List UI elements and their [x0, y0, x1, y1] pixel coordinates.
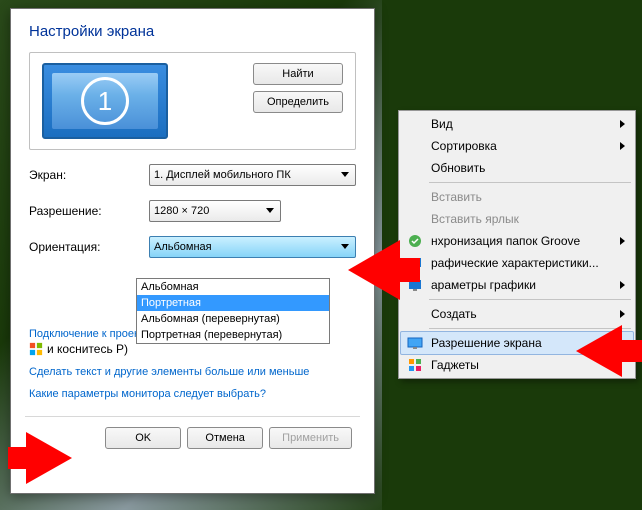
context-menu-item-label: Разрешение экрана — [431, 336, 542, 350]
windows-flag-icon — [29, 342, 43, 356]
resolution-label: Разрешение: — [29, 204, 149, 218]
divider — [25, 416, 360, 417]
arrow-annotation-resolution-menu — [576, 325, 622, 377]
groove-icon — [407, 233, 423, 249]
ok-button[interactable]: OK — [105, 427, 181, 449]
monitor-params-link[interactable]: Какие параметры монитора следует выбрать… — [29, 388, 356, 400]
find-button[interactable]: Найти — [253, 63, 343, 85]
context-menu-item-label: Гаджеты — [431, 358, 479, 372]
context-menu-item[interactable]: Вид — [401, 113, 633, 135]
monitor-preview-box: 1 Найти Определить — [29, 52, 356, 150]
monitor-number: 1 — [81, 77, 129, 125]
monitor-thumbnail[interactable]: 1 — [42, 63, 168, 139]
orientation-combo[interactable]: Альбомная — [149, 236, 356, 258]
context-menu-item[interactable]: Обновить — [401, 157, 633, 179]
context-menu-separator — [429, 182, 631, 183]
context-menu-item: Вставить — [401, 186, 633, 208]
context-menu-item[interactable]: Создать — [401, 303, 633, 325]
orientation-option[interactable]: Альбомная (перевернутая) — [137, 311, 329, 327]
arrow-annotation-orientation — [348, 240, 400, 300]
context-menu-item-label: Обновить — [431, 161, 485, 175]
resolution-icon — [407, 335, 423, 351]
gadgets-icon — [407, 357, 423, 373]
context-menu-item-label: рафические характеристики... — [431, 256, 599, 270]
screen-label: Экран: — [29, 168, 149, 182]
identify-button[interactable]: Определить — [253, 91, 343, 113]
context-menu-item-label: Создать — [431, 307, 477, 321]
context-menu-item[interactable]: араметры графики — [401, 274, 633, 296]
context-menu-item[interactable]: Сортировка — [401, 135, 633, 157]
context-menu-item-label: Сортировка — [431, 139, 497, 153]
context-menu-item[interactable]: рафические характеристики... — [401, 252, 633, 274]
context-menu-separator — [429, 299, 631, 300]
cancel-button[interactable]: Отмена — [187, 427, 263, 449]
context-menu-item-label: араметры графики — [431, 278, 536, 292]
context-menu-item-label: нхронизация папок Groove — [431, 234, 580, 248]
display-settings-dialog: Настройки экрана 1 Найти Определить Экра… — [10, 8, 375, 494]
apply-button[interactable]: Применить — [269, 427, 352, 449]
orientation-dropdown-list[interactable]: АльбомнаяПортретнаяАльбомная (перевернут… — [136, 278, 330, 344]
context-menu-item-label: Вид — [431, 117, 453, 131]
context-menu-item[interactable]: нхронизация папок Groove — [401, 230, 633, 252]
context-menu-item-label: Вставить — [431, 190, 482, 204]
text-size-link[interactable]: Сделать текст и другие элементы больше и… — [29, 366, 356, 378]
connect-projector-hint: и коснитесь P) — [47, 342, 128, 356]
orientation-label: Ориентация: — [29, 240, 149, 254]
orientation-option[interactable]: Альбомная — [137, 279, 329, 295]
context-menu-item: Вставить ярлык — [401, 208, 633, 230]
orientation-option[interactable]: Портретная (перевернутая) — [137, 327, 329, 343]
arrow-annotation-ok — [26, 432, 72, 484]
context-menu-item-label: Вставить ярлык — [431, 212, 519, 226]
orientation-option[interactable]: Портретная — [137, 295, 329, 311]
resolution-combo[interactable]: 1280 × 720 — [149, 200, 281, 222]
dialog-title: Настройки экрана — [29, 23, 356, 40]
screen-combo[interactable]: 1. Дисплей мобильного ПК — [149, 164, 356, 186]
